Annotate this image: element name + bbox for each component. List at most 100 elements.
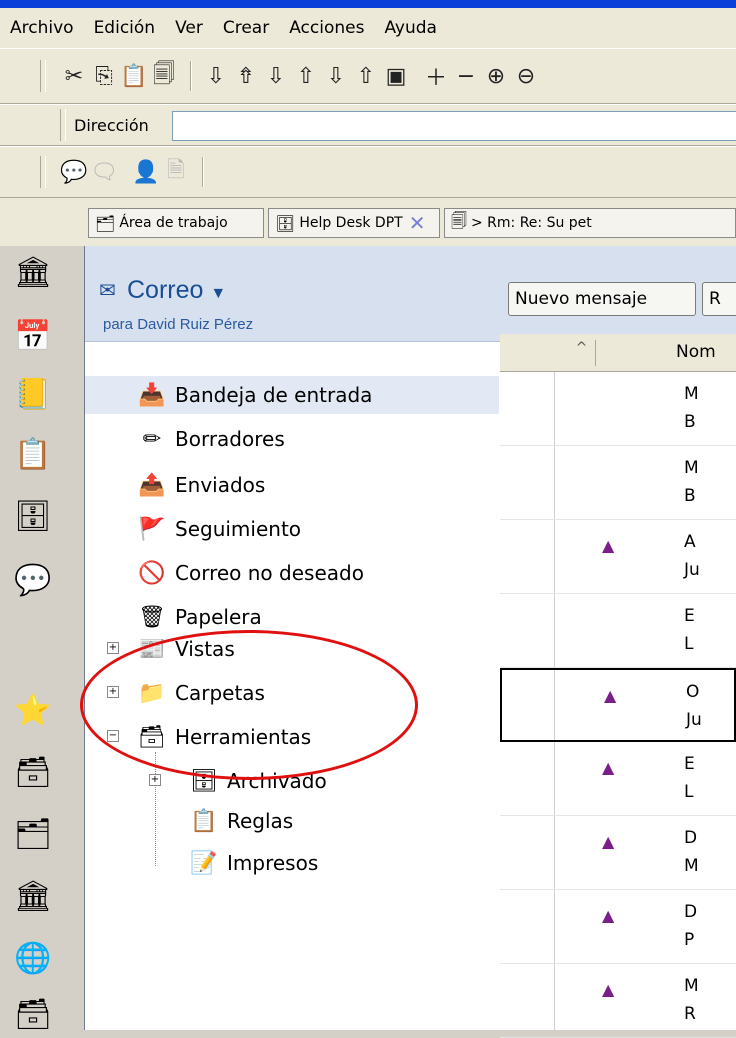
favorites-icon[interactable]: ⭐ xyxy=(14,692,52,728)
column-header: ^ Nom xyxy=(500,334,736,372)
secondary-toolbar: 💬 🗨 👤 🗎 xyxy=(0,146,736,198)
folder-drafts[interactable]: ✏ Borradores xyxy=(85,420,499,458)
archive-icon: 🗄 xyxy=(190,768,218,794)
todo-icon[interactable]: 📋 xyxy=(14,436,52,472)
clipboard-icon[interactable]: 🗐 xyxy=(150,62,178,90)
column-name[interactable]: Nom xyxy=(676,342,716,362)
envelope-icon: ✉ xyxy=(99,278,116,302)
toolbar-grip-2[interactable] xyxy=(40,156,46,188)
table-row[interactable]: ▲ M R xyxy=(500,964,736,1038)
person-icon: ▲ xyxy=(602,832,615,851)
folder-label: Correo no deseado xyxy=(175,561,364,585)
mail-title[interactable]: Correo ▼ xyxy=(127,276,226,305)
folder-inbox[interactable]: 📥 Bandeja de entrada xyxy=(85,376,499,414)
database-stack-icon[interactable]: 🗄 xyxy=(14,498,52,534)
folder-label: Vistas xyxy=(175,637,235,661)
folder-label: Herramientas xyxy=(175,725,312,749)
reply-button[interactable]: R xyxy=(702,282,736,316)
plus-icon[interactable]: ＋ xyxy=(422,62,450,91)
folder-label: Reglas xyxy=(227,809,294,833)
table-row[interactable]: ▲ D M xyxy=(500,816,736,890)
table-row[interactable]: M B xyxy=(500,446,736,520)
db-web-icon[interactable]: 🌐 xyxy=(14,940,52,976)
person-icon: ▲ xyxy=(602,980,615,999)
menu-archivo[interactable]: Archivo xyxy=(0,18,84,38)
document-icon[interactable]: 🗎 xyxy=(162,158,190,186)
row-line-2: L xyxy=(684,634,694,654)
person-icon: ▲ xyxy=(602,906,615,925)
folder-archive[interactable]: 🗄 Archivado xyxy=(85,762,499,800)
star-down-icon[interactable]: ⇩ xyxy=(322,62,350,90)
tab-area-de-trabajo[interactable]: 🗂 Área de trabajo xyxy=(88,208,264,238)
row-line-1: O xyxy=(686,682,700,702)
db-more-icon[interactable]: 🗃 xyxy=(14,996,52,1032)
table-row[interactable]: E L xyxy=(500,594,736,668)
collapse-icon[interactable]: ⊖ xyxy=(512,62,540,90)
folder-rules[interactable]: 📋 Reglas xyxy=(85,802,499,840)
scissors-icon[interactable]: ✂ xyxy=(60,62,88,90)
expand-icon[interactable]: ⊕ xyxy=(482,62,510,90)
tools-folder-icon: 🗃 xyxy=(138,724,166,750)
launcher-bar: 🏛 📅 📒 📋 🗄 💬 ⭐ 🗃 🗂 🏛 🌐 🗃 xyxy=(0,246,70,1032)
tab-rm-re[interactable]: 🗐 > Rm: Re: Su pet xyxy=(444,208,736,238)
address-grip[interactable] xyxy=(60,109,66,141)
row-line-1: D xyxy=(684,902,698,922)
row-line-1: M xyxy=(684,384,699,404)
up-arrow-icon[interactable]: ⇧ xyxy=(292,62,320,90)
table-row[interactable]: ▲ O Ju xyxy=(500,668,736,742)
chat-bubble-icon[interactable]: 💬 xyxy=(60,158,88,186)
row-line-1: M xyxy=(684,458,699,478)
address-input[interactable] xyxy=(172,111,736,141)
row-line-1: A xyxy=(684,532,696,552)
person-icon: ▲ xyxy=(604,686,617,705)
chat-group-icon[interactable]: 🗨 xyxy=(90,158,118,186)
close-icon[interactable]: ✕ xyxy=(409,211,426,235)
folder-followup[interactable]: 🚩 Seguimiento xyxy=(85,510,499,548)
table-row[interactable]: ▲ E L xyxy=(500,742,736,816)
row-line-1: E xyxy=(684,754,695,774)
paste-icon[interactable]: 📋 xyxy=(120,62,148,90)
toolbar-separator xyxy=(202,157,204,187)
move-down-icon[interactable]: ⇩ xyxy=(202,62,230,90)
address-book-icon[interactable]: 📒 xyxy=(14,376,52,412)
folder-icon: 📁 xyxy=(138,680,166,706)
new-message-button[interactable]: Nuevo mensaje xyxy=(508,282,696,316)
folder-junk[interactable]: 🚫 Correo no deseado xyxy=(85,554,499,592)
folder-sent[interactable]: 📤 Enviados xyxy=(85,466,499,504)
down-arrow-icon[interactable]: ⇩ xyxy=(262,62,290,90)
copy-icon[interactable]: ⎘ xyxy=(90,62,118,90)
minus-icon[interactable]: − xyxy=(452,62,480,90)
calendar-arrow-icon[interactable]: ▣ xyxy=(382,62,410,90)
action-bar: Nuevo mensaje R xyxy=(500,246,736,334)
menu-ver[interactable]: Ver xyxy=(165,18,213,38)
move-up-top-icon[interactable]: ⇮ xyxy=(232,62,260,90)
row-line-2: B xyxy=(684,412,696,432)
mail-header: ✉ Correo ▼ para David Ruiz Pérez xyxy=(85,246,501,342)
folder-tools[interactable]: 🗃 Herramientas xyxy=(85,718,499,756)
folder-folders[interactable]: 📁 Carpetas xyxy=(85,674,499,712)
tab-help-desk[interactable]: 🗄 Help Desk DPT ✕ xyxy=(268,208,440,238)
menu-edicion[interactable]: Edición xyxy=(84,18,166,38)
tab-label: Área de trabajo xyxy=(119,215,228,231)
folder-stationery[interactable]: 📝 Impresos xyxy=(85,844,499,882)
sort-ascending-icon[interactable]: ^ xyxy=(568,340,596,366)
toolbar-grip[interactable] xyxy=(40,60,46,92)
row-line-2: B xyxy=(684,486,696,506)
address-bar: Dirección xyxy=(0,104,736,146)
contact-icon[interactable]: 👤 xyxy=(132,158,160,186)
table-row[interactable]: ▲ A Ju xyxy=(500,520,736,594)
db-yellow-icon[interactable]: 🗂 xyxy=(14,816,52,852)
table-row[interactable]: ▲ D P xyxy=(500,890,736,964)
folder-views[interactable]: 📰 Vistas xyxy=(85,630,499,668)
db-library-icon[interactable]: 🏛 xyxy=(14,878,52,914)
chat-icon[interactable]: 💬 xyxy=(14,562,52,598)
home-icon[interactable]: 🏛 xyxy=(14,254,52,290)
folder-label: Papelera xyxy=(175,605,262,629)
table-row[interactable]: M B xyxy=(500,372,736,446)
star-up-icon[interactable]: ⇧ xyxy=(352,62,380,90)
menu-ayuda[interactable]: Ayuda xyxy=(374,18,447,38)
db-blue-icon[interactable]: 🗃 xyxy=(14,754,52,790)
calendar-icon[interactable]: 📅 xyxy=(14,318,52,354)
menu-acciones[interactable]: Acciones xyxy=(279,18,374,38)
menu-crear[interactable]: Crear xyxy=(213,18,279,38)
